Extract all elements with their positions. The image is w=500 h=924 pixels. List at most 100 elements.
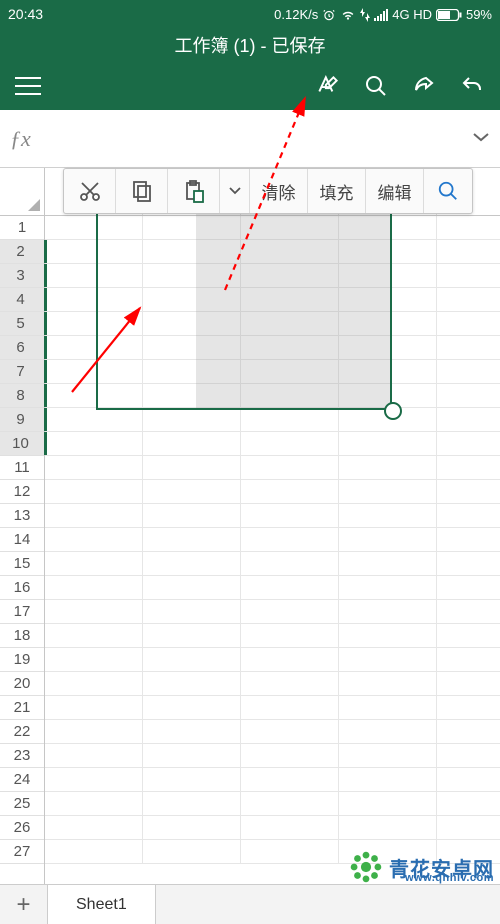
cell[interactable] [143,816,241,839]
grid-row[interactable] [45,408,500,432]
cell[interactable] [241,816,339,839]
row-header[interactable]: 13 [0,504,44,528]
cell[interactable] [45,312,143,335]
cell[interactable] [241,648,339,671]
cell[interactable] [45,408,143,431]
cell[interactable] [143,600,241,623]
cell[interactable] [45,648,143,671]
cell[interactable] [143,720,241,743]
cell[interactable] [437,768,500,791]
cell[interactable] [45,624,143,647]
cell[interactable] [241,264,339,287]
grid-row[interactable] [45,816,500,840]
cell[interactable] [143,504,241,527]
cell[interactable] [45,360,143,383]
cell[interactable] [339,432,437,455]
grid-row[interactable] [45,384,500,408]
cell[interactable] [45,264,143,287]
cell[interactable] [437,672,500,695]
grid-row[interactable] [45,456,500,480]
grid-row[interactable] [45,432,500,456]
cell[interactable] [339,624,437,647]
cell[interactable] [339,552,437,575]
cell[interactable] [241,600,339,623]
row-header[interactable]: 8 [0,384,47,408]
cell[interactable] [241,288,339,311]
cell[interactable] [437,600,500,623]
overflow-chevron[interactable] [220,169,250,213]
cell[interactable] [437,648,500,671]
grid-row[interactable] [45,360,500,384]
cell[interactable] [143,336,241,359]
grid-row[interactable] [45,768,500,792]
cell[interactable] [143,240,241,263]
paste-button[interactable] [168,169,220,213]
cell[interactable] [339,360,437,383]
cell[interactable] [339,504,437,527]
row-header[interactable]: 20 [0,672,44,696]
cell[interactable] [45,480,143,503]
cell[interactable] [241,696,339,719]
cell[interactable] [45,576,143,599]
cell[interactable] [241,384,339,407]
cell[interactable] [339,816,437,839]
row-header[interactable]: 26 [0,816,44,840]
select-all-corner[interactable] [0,168,45,216]
row-header[interactable]: 12 [0,480,44,504]
row-header[interactable]: 15 [0,552,44,576]
cell[interactable] [45,456,143,479]
cell[interactable] [437,792,500,815]
cell[interactable] [339,456,437,479]
cell[interactable] [437,696,500,719]
row-header[interactable]: 10 [0,432,47,456]
cell[interactable] [45,384,143,407]
cell[interactable] [241,576,339,599]
cell[interactable] [339,240,437,263]
cell[interactable] [339,288,437,311]
cell[interactable] [143,264,241,287]
sheet-tab[interactable]: Sheet1 [48,885,156,924]
cell[interactable] [437,744,500,767]
cell[interactable] [437,336,500,359]
cell[interactable] [45,792,143,815]
cell[interactable] [241,432,339,455]
cell[interactable] [241,552,339,575]
edit-button[interactable]: 编辑 [366,169,424,213]
fill-button[interactable]: 填充 [308,169,366,213]
cell[interactable] [45,336,143,359]
cell[interactable] [437,624,500,647]
cell[interactable] [339,792,437,815]
row-header[interactable]: 14 [0,528,44,552]
cell[interactable] [241,720,339,743]
cell[interactable] [143,216,241,239]
cell[interactable] [339,312,437,335]
copy-button[interactable] [116,169,168,213]
cell[interactable] [45,552,143,575]
cell[interactable] [339,696,437,719]
cell[interactable] [241,840,339,863]
cell[interactable] [45,216,143,239]
cell[interactable] [437,288,500,311]
cell[interactable] [45,744,143,767]
cell[interactable] [437,720,500,743]
grid-row[interactable] [45,696,500,720]
cell[interactable] [241,336,339,359]
grid-row[interactable] [45,528,500,552]
cell[interactable] [143,360,241,383]
grid-row[interactable] [45,216,500,240]
menu-button[interactable] [4,62,52,110]
row-header[interactable]: 6 [0,336,47,360]
chevron-down-icon[interactable] [472,130,490,148]
cell[interactable] [339,528,437,551]
cell[interactable] [241,504,339,527]
cell[interactable] [45,288,143,311]
cell[interactable] [241,672,339,695]
cell[interactable] [339,672,437,695]
cell[interactable] [45,240,143,263]
cell[interactable] [437,312,500,335]
grid-row[interactable] [45,504,500,528]
cell[interactable] [143,456,241,479]
cell[interactable] [339,480,437,503]
cell[interactable] [143,288,241,311]
grid-row[interactable] [45,264,500,288]
